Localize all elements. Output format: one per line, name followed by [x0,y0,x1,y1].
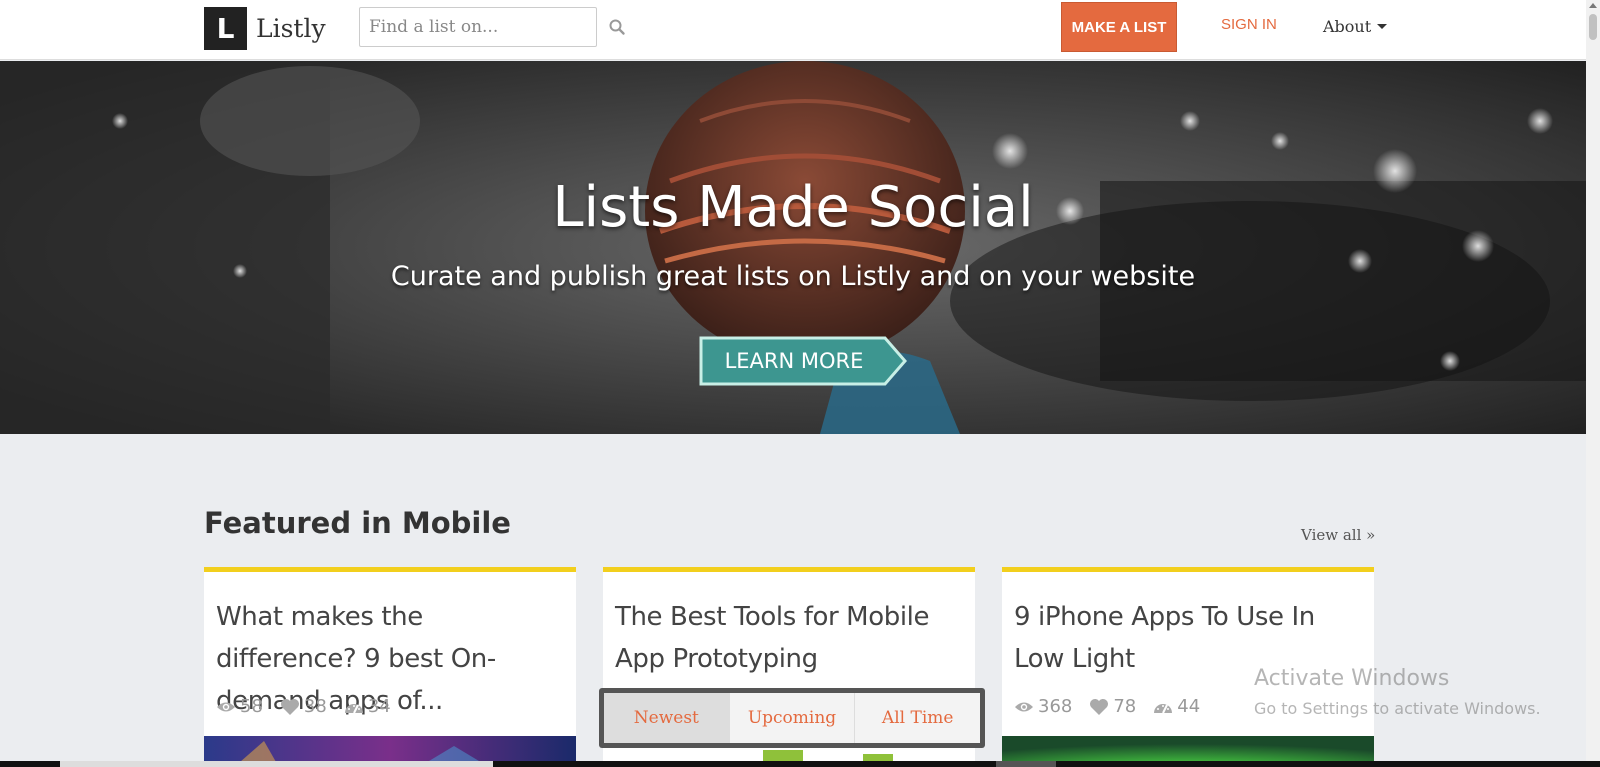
top-navbar: L Listly MAKE A LIST SIGN IN About [0,0,1586,60]
learn-more-button[interactable]: LEARN MORE [699,336,909,386]
views-count: 58 [240,696,263,717]
sort-tabs: Newest Upcoming All Time [599,688,985,748]
views-count: 368 [1038,696,1073,717]
likes-count: 78 [1113,696,1137,717]
view-all-link[interactable]: View all » [1301,526,1375,544]
tab-all-time[interactable]: All Time [855,693,981,743]
bottom-edge-strip [0,761,1600,767]
hero-subtitle: Curate and publish great lists on Listly… [390,261,1196,292]
views-stat: 58 [216,696,263,717]
search-input[interactable] [359,7,597,47]
card-stats: 58 38 34 [216,696,408,717]
likes-count: 38 [303,696,327,717]
sign-in-link[interactable]: SIGN IN [1221,16,1277,33]
about-label: About [1323,17,1372,36]
hero-title: Lists Made Social [552,175,1034,240]
tab-newest[interactable]: Newest [604,693,730,743]
likes-stat: 38 [280,696,327,717]
page: L Listly MAKE A LIST SIGN IN About [0,0,1600,767]
heart-icon [280,698,299,715]
scrollbar-thumb[interactable] [1589,14,1597,40]
tab-upcoming[interactable]: Upcoming [729,693,856,743]
list-card[interactable]: What makes the difference? 9 best On-dem… [204,567,576,767]
score-count: 34 [367,696,391,717]
bottom-strip-segment [60,761,493,767]
hero-banner: Lists Made Social Curate and publish gre… [0,61,1586,434]
vertical-scrollbar[interactable] [1586,0,1600,767]
eye-icon [1015,702,1033,711]
card-stats: 368 78 44 [1014,696,1217,717]
about-dropdown[interactable]: About [1323,17,1388,36]
learn-more-label: LEARN MORE [724,349,864,373]
gauge-icon [1154,703,1173,713]
activate-windows-hint: Go to Settings to activate Windows. [1254,699,1541,718]
chevron-down-icon [1377,24,1388,29]
eye-icon [217,702,235,711]
search-icon[interactable] [608,18,626,36]
make-a-list-button[interactable]: MAKE A LIST [1061,2,1177,52]
score-count: 44 [1177,696,1201,717]
card-title[interactable]: The Best Tools for Mobile App Prototypin… [615,596,965,680]
scroll-up-arrow-icon[interactable] [1589,3,1597,8]
activate-windows-title: Activate Windows [1254,666,1450,691]
brand-name: Listly [256,14,326,43]
featured-heading: Featured in Mobile [204,506,511,540]
listly-logo[interactable]: L Listly [204,7,326,50]
score-stat: 44 [1153,696,1200,717]
views-stat: 368 [1014,696,1072,717]
gauge-icon [344,703,363,713]
bottom-strip-segment [996,761,1056,767]
likes-stat: 78 [1089,696,1136,717]
score-stat: 34 [344,696,391,717]
heart-icon [1090,698,1109,715]
logo-mark: L [204,7,247,50]
